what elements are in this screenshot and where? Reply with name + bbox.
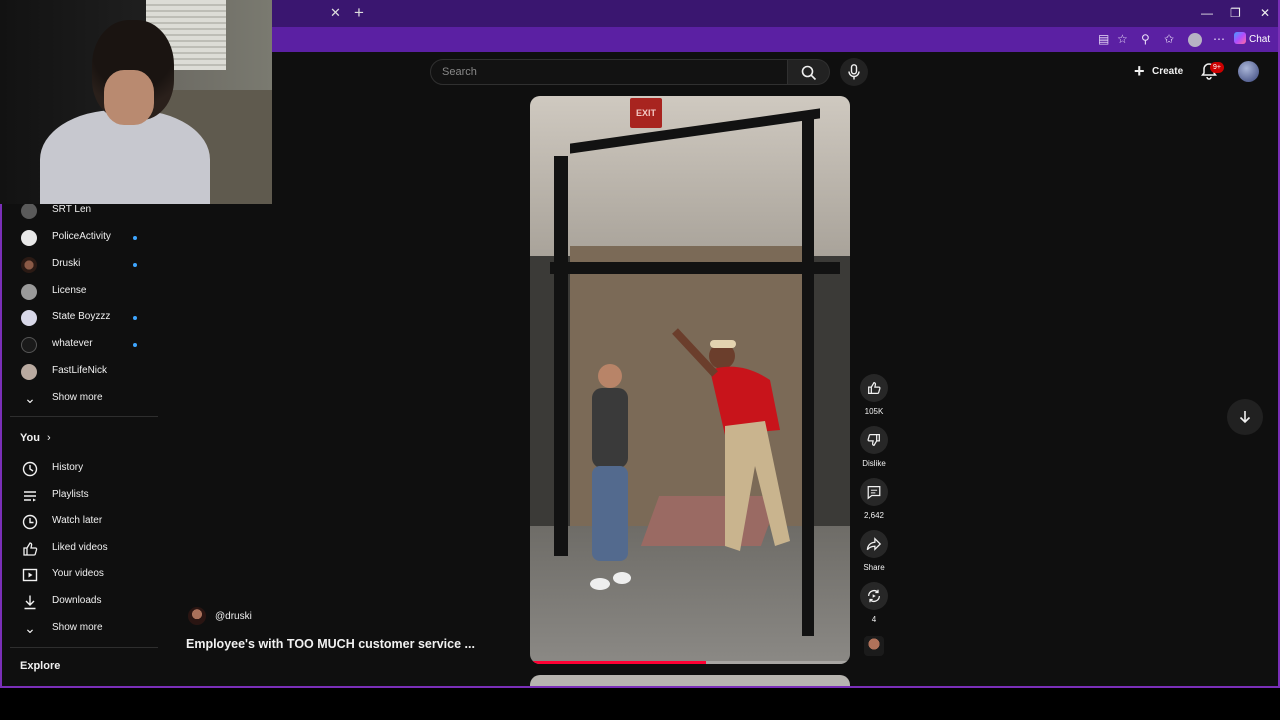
window-close-icon[interactable]: ✕ bbox=[1260, 6, 1270, 20]
channel-handle[interactable]: @druski bbox=[215, 611, 252, 622]
sidebar-item-liked-videos[interactable]: Liked videos bbox=[2, 538, 160, 565]
door-frame bbox=[550, 262, 840, 274]
sidebar-item-downloads[interactable]: Downloads bbox=[2, 591, 160, 618]
favorites-icon[interactable]: ✩ bbox=[1164, 32, 1174, 46]
channel-avatar bbox=[21, 364, 37, 380]
sidebar: SRT Len PoliceActivity Druski License St… bbox=[2, 203, 162, 686]
short-video-player[interactable]: EXIT bbox=[530, 96, 850, 664]
new-content-dot bbox=[133, 236, 137, 240]
create-button[interactable]: + Create bbox=[1130, 60, 1188, 84]
next-short-preview[interactable] bbox=[530, 675, 850, 686]
watch-later-icon bbox=[22, 514, 38, 530]
sidebar-item-playlists[interactable]: Playlists bbox=[2, 485, 160, 512]
employee-holding-door bbox=[672, 328, 790, 551]
more-options-icon[interactable]: ⋯ bbox=[1213, 32, 1225, 46]
close-tab-icon[interactable]: ✕ bbox=[330, 5, 341, 21]
webcam-person-face bbox=[104, 70, 154, 125]
share-icon bbox=[866, 537, 882, 551]
liked-videos-icon bbox=[23, 542, 38, 556]
channel-avatar[interactable] bbox=[188, 607, 206, 625]
account-avatar[interactable] bbox=[1238, 61, 1259, 82]
arrow-down-icon bbox=[1239, 411, 1251, 424]
exit-sign: EXIT bbox=[630, 98, 662, 128]
new-content-dot bbox=[133, 343, 137, 347]
history-icon bbox=[22, 461, 38, 477]
microphone-icon bbox=[848, 64, 860, 80]
sidebar-item-your-videos[interactable]: Your videos bbox=[2, 564, 160, 591]
subscriptions-show-more[interactable]: ⌄ Show more bbox=[2, 388, 160, 415]
dislike-button[interactable]: Dislike bbox=[860, 426, 888, 468]
extensions-icon[interactable]: ⚲ bbox=[1141, 32, 1150, 46]
new-content-dot bbox=[133, 263, 137, 267]
remix-button[interactable]: 4 bbox=[860, 582, 888, 624]
sidebar-divider bbox=[10, 647, 158, 648]
you-show-more[interactable]: ⌄ Show more bbox=[2, 618, 160, 645]
chat-button[interactable]: Chat bbox=[1234, 32, 1270, 45]
chevron-down-icon: ⌄ bbox=[24, 620, 36, 636]
search-icon bbox=[801, 65, 817, 81]
you-section-heading[interactable]: You › bbox=[20, 432, 51, 444]
search-box[interactable] bbox=[430, 59, 788, 85]
search-button[interactable] bbox=[788, 59, 830, 85]
video-title[interactable]: Employee's with TOO MUCH customer servic… bbox=[186, 637, 475, 651]
voice-search-button[interactable] bbox=[840, 58, 868, 86]
remix-icon bbox=[868, 589, 880, 603]
channel-avatar bbox=[21, 284, 37, 300]
channel-avatar bbox=[21, 203, 37, 219]
webcam-overlay bbox=[0, 0, 272, 204]
reader-mode-icon[interactable]: ▤ bbox=[1098, 32, 1109, 46]
copilot-icon bbox=[1234, 32, 1246, 44]
sidebar-item-policeactivity[interactable]: PoliceActivity bbox=[2, 227, 160, 254]
playlists-icon bbox=[24, 491, 36, 502]
sidebar-item-history[interactable]: History bbox=[2, 458, 160, 485]
plus-icon: + bbox=[1134, 61, 1145, 81]
chevron-right-icon: › bbox=[47, 432, 51, 444]
new-tab-icon[interactable]: + bbox=[354, 3, 364, 23]
sidebar-item-druski[interactable]: Druski bbox=[2, 254, 160, 281]
explore-section-heading: Explore bbox=[20, 660, 61, 672]
channel-avatar bbox=[21, 230, 37, 246]
share-button[interactable]: Share bbox=[860, 530, 888, 572]
sidebar-item-whatever[interactable]: whatever bbox=[2, 334, 160, 361]
browser-profile-avatar[interactable] bbox=[1188, 33, 1202, 47]
search-input[interactable] bbox=[431, 60, 771, 84]
door-frame bbox=[554, 156, 568, 556]
new-content-dot bbox=[133, 316, 137, 320]
sidebar-item-watch-later[interactable]: Watch later bbox=[2, 511, 160, 538]
notification-count-badge: 9+ bbox=[1210, 62, 1224, 73]
video-progress-bar[interactable] bbox=[530, 661, 850, 664]
sidebar-divider bbox=[10, 416, 158, 417]
your-videos-icon bbox=[22, 568, 38, 582]
minimize-icon[interactable]: — bbox=[1201, 6, 1213, 20]
sidebar-item-license[interactable]: License bbox=[2, 281, 160, 308]
sidebar-item-state-boyzzz[interactable]: State Boyzzz bbox=[2, 307, 160, 334]
downloads-icon bbox=[24, 595, 36, 610]
video-progress-fill bbox=[530, 661, 706, 664]
woman-walking bbox=[590, 364, 631, 590]
browser-tab[interactable]: ✕ bbox=[274, 0, 352, 27]
chevron-down-icon: ⌄ bbox=[24, 390, 36, 406]
sidebar-item-fastlifenick[interactable]: FastLifeNick bbox=[2, 361, 160, 388]
favorite-star-icon[interactable]: ☆ bbox=[1117, 32, 1128, 46]
comment-icon bbox=[867, 486, 881, 500]
channel-avatar bbox=[21, 337, 37, 353]
comments-button[interactable]: 2,642 bbox=[860, 478, 888, 520]
thumbs-down-icon bbox=[867, 434, 880, 446]
channel-avatar bbox=[21, 310, 37, 326]
channel-avatar bbox=[21, 257, 37, 273]
like-button[interactable]: 105K bbox=[860, 374, 888, 416]
restore-icon[interactable]: ❐ bbox=[1230, 6, 1241, 20]
sound-channel-thumbnail[interactable] bbox=[864, 636, 884, 656]
thumbs-up-icon bbox=[868, 382, 881, 394]
next-video-button[interactable] bbox=[1227, 399, 1263, 435]
